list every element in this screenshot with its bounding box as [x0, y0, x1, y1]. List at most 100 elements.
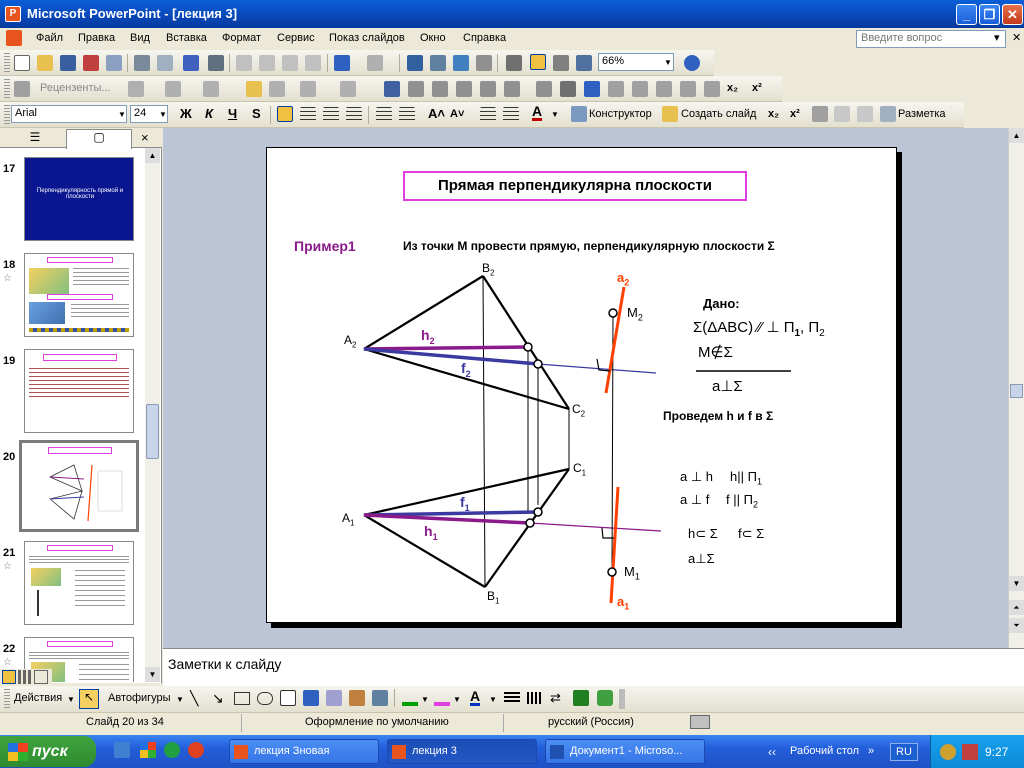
scroll-thumb[interactable] [1010, 384, 1023, 398]
increase-indent-icon[interactable] [503, 107, 519, 123]
promote-icon[interactable] [834, 106, 850, 122]
toolbar-grip[interactable] [4, 105, 10, 125]
compress-icon[interactable] [584, 81, 600, 97]
previous-icon[interactable] [165, 81, 181, 97]
document-icon[interactable] [6, 30, 22, 46]
slide-sorter-icon[interactable] [18, 670, 32, 684]
scroll-down-icon[interactable]: ▼ [145, 667, 160, 682]
close-panel-button[interactable]: × [141, 130, 149, 145]
align-right-icon[interactable] [323, 107, 339, 123]
quicklaunch-desktop-icon[interactable] [114, 742, 130, 758]
slide-thumb-19[interactable] [24, 349, 134, 433]
hyperlink-icon[interactable] [476, 55, 492, 71]
clock[interactable]: 9:27 [985, 745, 1008, 759]
arrow-style-icon[interactable]: ⇄ [550, 690, 561, 706]
decrease-font-icon[interactable]: A˅ [450, 108, 464, 120]
recolor-icon[interactable] [608, 81, 624, 97]
quicklaunch-browser-icon[interactable] [188, 742, 204, 758]
geometry-drawing[interactable] [266, 147, 897, 623]
scroll-up-icon[interactable]: ▲ [145, 148, 160, 163]
shadow-button[interactable]: S [252, 106, 261, 121]
toolbar-grip[interactable] [4, 53, 10, 73]
justify-icon[interactable] [346, 107, 362, 123]
spelling-status-icon[interactable] [690, 715, 710, 729]
scroll-down-icon[interactable]: ▼ [1009, 576, 1024, 591]
taskbar-button-document1[interactable]: Документ1 - Microso... [545, 739, 705, 764]
tray-network-icon[interactable] [962, 744, 978, 760]
minimize-button[interactable]: _ [956, 4, 977, 25]
actions-menu[interactable]: Действия [14, 692, 62, 704]
quicklaunch-media-icon[interactable] [164, 742, 180, 758]
next-icon[interactable] [203, 81, 219, 97]
previous-slide-icon[interactable]: ⏶ [1009, 600, 1024, 615]
font-size-dropdown-icon[interactable]: ▼ [159, 110, 167, 119]
grid-icon[interactable] [553, 55, 569, 71]
open-icon[interactable] [37, 55, 53, 71]
language-indicator[interactable]: RU [890, 743, 918, 761]
spelling-icon[interactable] [183, 55, 199, 71]
clipart-icon[interactable] [349, 690, 365, 706]
menu-slideshow[interactable]: Показ слайдов [329, 32, 405, 44]
paste-icon[interactable] [282, 55, 298, 71]
taskbar-button-lecture-new[interactable]: лекция Зновая [229, 739, 379, 764]
insert-picture-icon[interactable] [384, 81, 400, 97]
less-brightness-icon[interactable] [480, 81, 496, 97]
rectangle-icon[interactable] [234, 692, 250, 705]
close-button[interactable]: ✕ [1002, 4, 1023, 25]
close-doc-icon[interactable]: ✕ [1012, 31, 1021, 44]
text-color-icon[interactable]: A [470, 689, 481, 706]
normal-view-icon[interactable] [2, 670, 16, 684]
color-grayscale-icon[interactable] [576, 55, 592, 71]
align-icon[interactable] [704, 81, 720, 97]
new-icon[interactable] [14, 55, 30, 71]
slides-tab[interactable]: ▢ [66, 129, 132, 149]
desktop-toolbar-label[interactable]: Рабочий стол [790, 745, 859, 757]
redo-icon[interactable] [367, 55, 383, 71]
designer-icon[interactable] [571, 106, 587, 122]
help-icon[interactable] [684, 55, 700, 71]
subscript-icon-2[interactable]: x₂ [768, 108, 779, 120]
cut-icon[interactable] [236, 55, 252, 71]
permission-icon[interactable] [83, 55, 99, 71]
align-left-icon[interactable] [277, 106, 293, 122]
line-style-icon[interactable] [560, 81, 576, 97]
crop-icon[interactable] [504, 81, 520, 97]
menu-insert[interactable]: Вставка [166, 32, 207, 44]
italic-button[interactable]: К [205, 106, 213, 121]
text-color-dropdown-icon[interactable]: ▼ [489, 695, 497, 704]
toolbar-grip[interactable] [4, 689, 10, 709]
undo-icon[interactable] [334, 55, 350, 71]
decrease-indent-icon[interactable] [480, 107, 496, 123]
subscript-icon[interactable]: x₂ [727, 82, 738, 94]
menu-edit[interactable]: Правка [78, 32, 115, 44]
zoom-dropdown-icon[interactable]: ▼ [664, 58, 672, 67]
step-2a[interactable]: a ⊥ f [680, 492, 709, 508]
align-center-icon[interactable] [300, 107, 316, 123]
given-line-1[interactable]: Σ(ΔABC) ⁄⁄ ⊥ П1, П2 [693, 318, 825, 339]
underline-button[interactable]: Ч [228, 106, 237, 121]
font-dropdown-icon[interactable]: ▼ [118, 110, 126, 119]
line-color-dropdown-icon[interactable]: ▼ [453, 695, 461, 704]
show-formatting-icon[interactable] [530, 54, 546, 70]
given-line-2[interactable]: M∉Σ [698, 343, 733, 361]
print-preview-icon[interactable] [157, 55, 173, 71]
format-picture-icon[interactable] [632, 81, 648, 97]
step-4[interactable]: a⊥Σ [688, 551, 715, 567]
reviewing-pane-icon[interactable] [340, 81, 356, 97]
autoshapes-dropdown-icon[interactable]: ▼ [176, 695, 184, 704]
new-slide-icon[interactable] [662, 106, 678, 122]
menu-view[interactable]: Вид [130, 32, 150, 44]
result-line[interactable]: a⊥Σ [712, 377, 743, 395]
menu-help[interactable]: Справка [463, 32, 506, 44]
notes-placeholder[interactable]: Заметки к слайду [168, 656, 281, 672]
tray-shield-icon[interactable] [940, 744, 956, 760]
slides-panel-scrollbar[interactable]: ▲ ▼ [145, 148, 160, 682]
tables-borders-icon[interactable] [453, 55, 469, 71]
bold-button[interactable]: Ж [180, 106, 192, 121]
insert-chart-icon[interactable] [407, 55, 423, 71]
taskbar-button-lecture-3[interactable]: лекция 3 [387, 739, 537, 764]
scroll-thumb[interactable] [146, 404, 159, 459]
color-icon[interactable] [408, 81, 424, 97]
3d-style-icon[interactable] [597, 690, 613, 706]
new-slide-button[interactable]: Создать слайд [681, 108, 756, 120]
